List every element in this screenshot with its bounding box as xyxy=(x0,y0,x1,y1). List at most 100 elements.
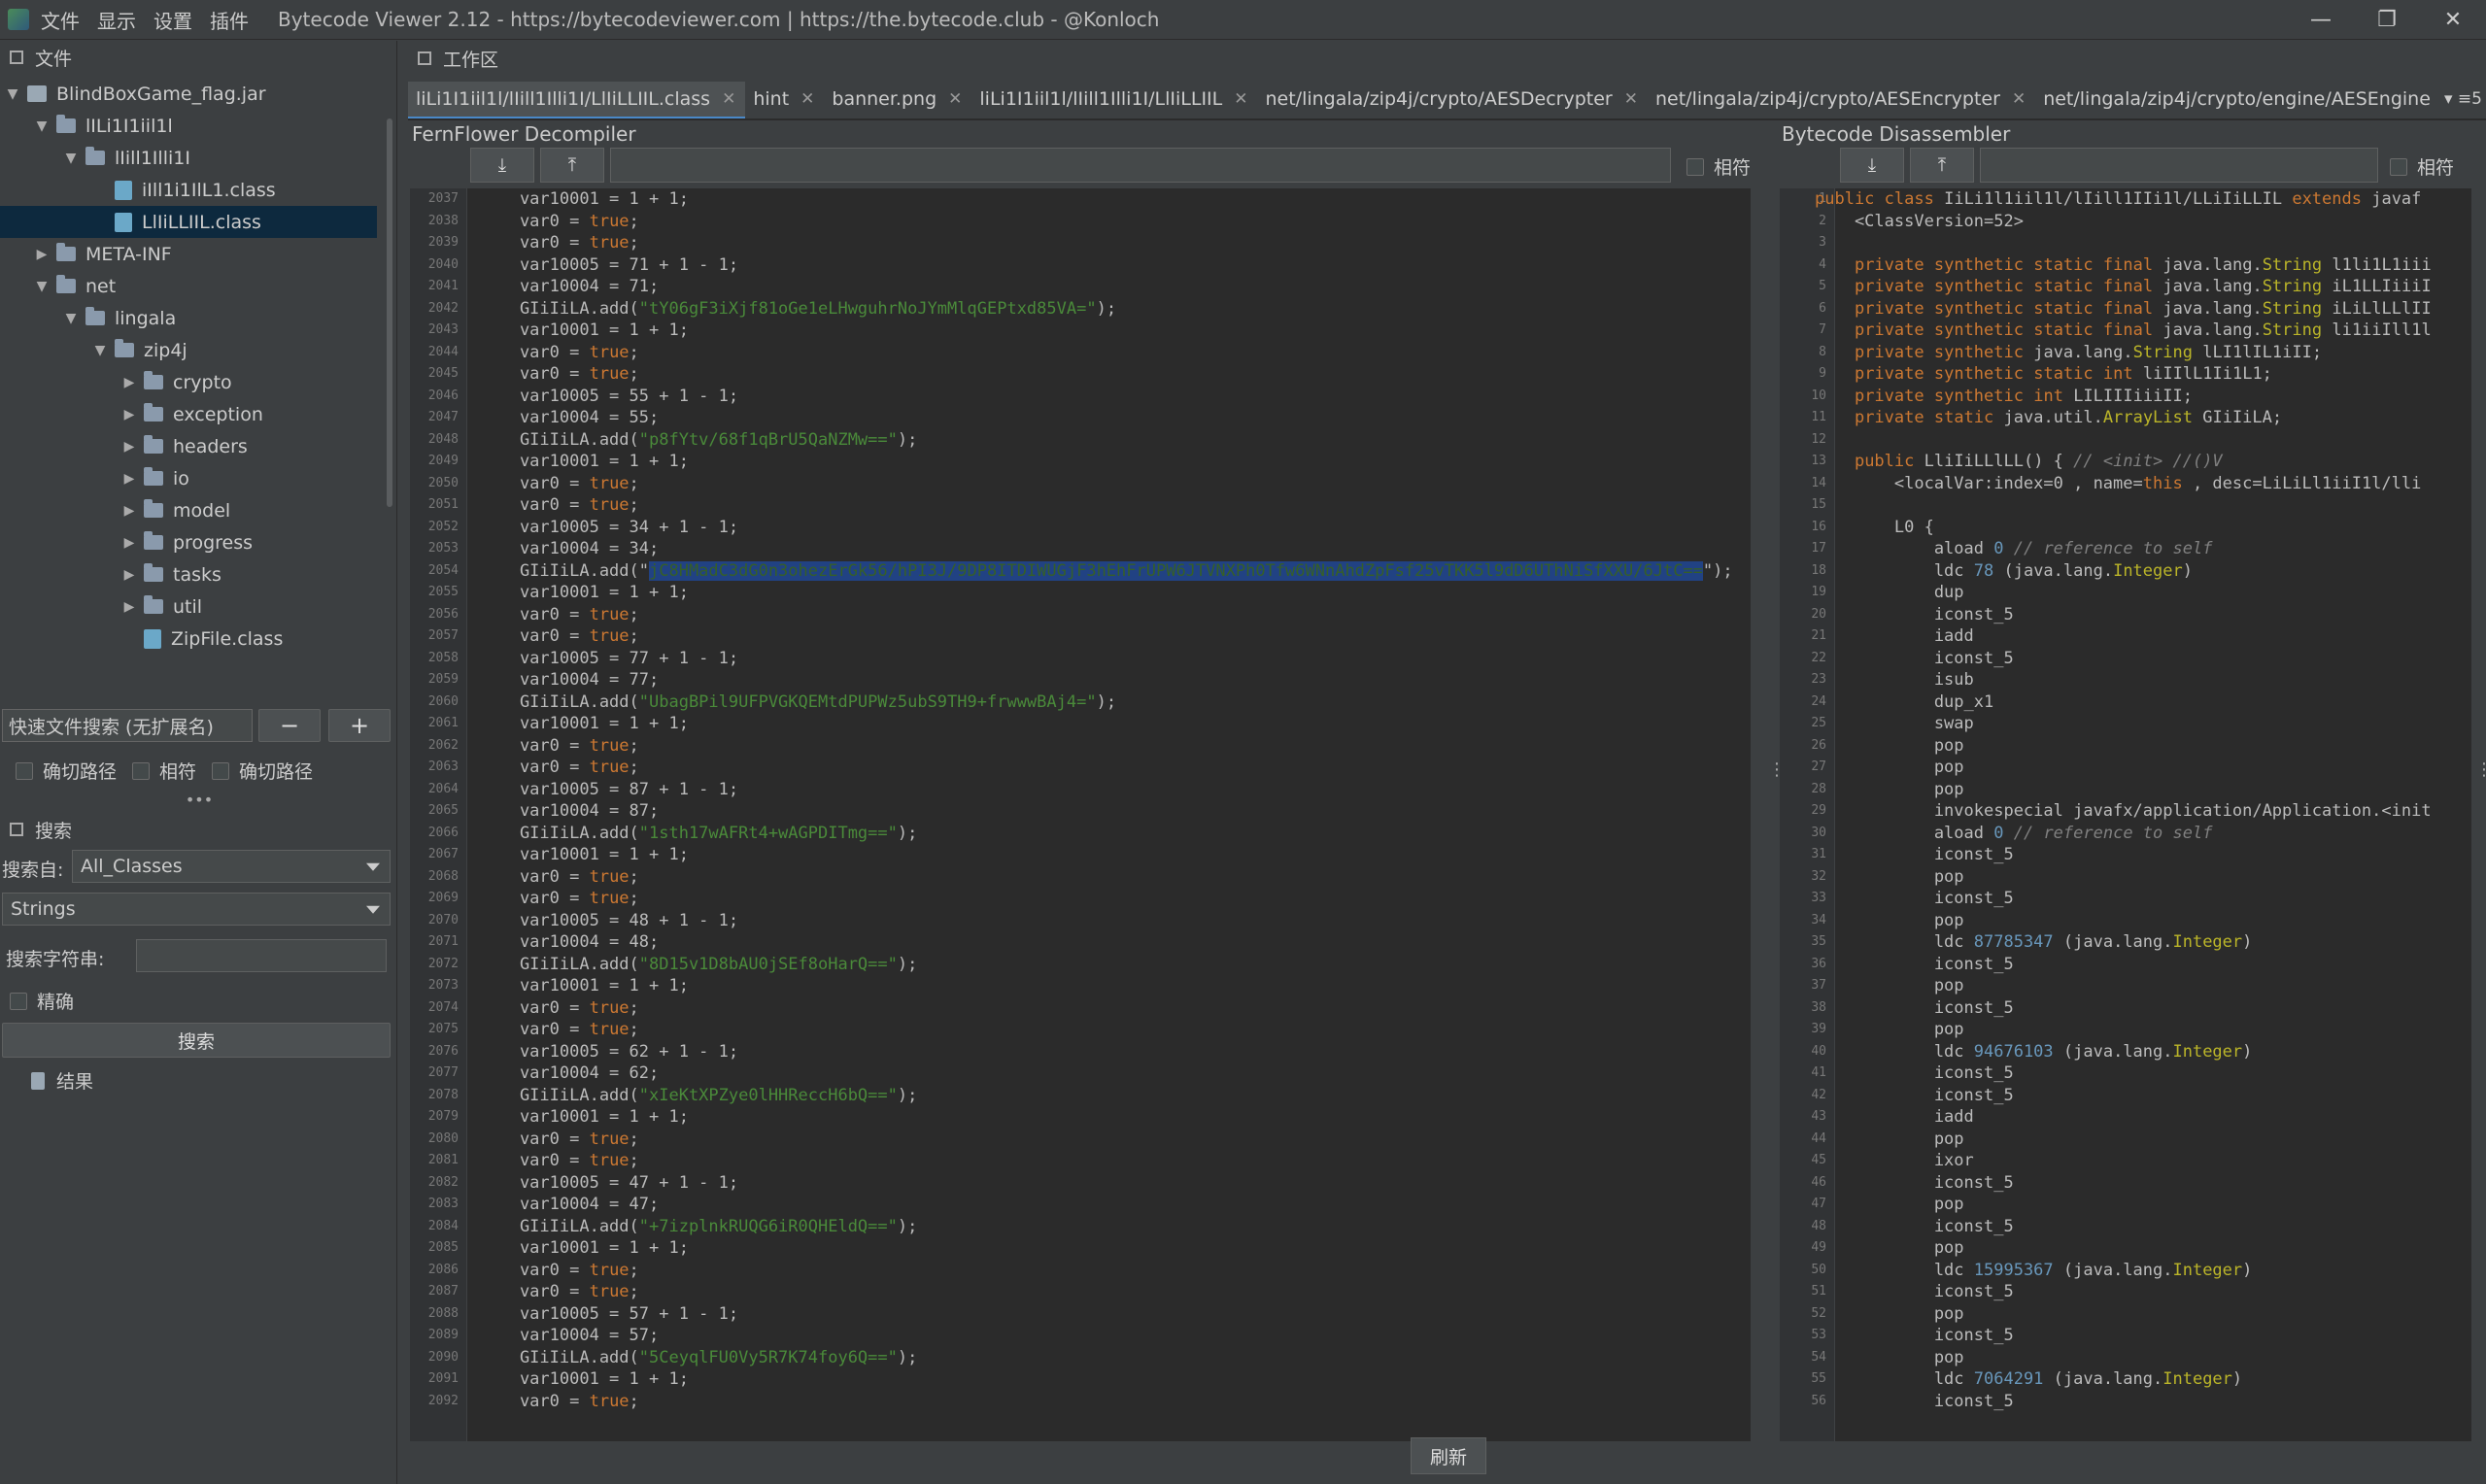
tab-label: liLi1I1iil1l/lIill1Illi1I/LlIiLLIIL xyxy=(979,88,1223,110)
decompiler-code-editor[interactable]: 2037 var10001 = 1 + 1; 2038 var0 = true; 2… xyxy=(410,188,1751,1441)
search-button[interactable]: 搜索 xyxy=(2,1023,391,1058)
editor-tab[interactable]: net/lingala/zip4j/crypto/AESEncrypter ✕ xyxy=(1648,82,2035,117)
checkbox-box[interactable] xyxy=(212,761,229,780)
window-icon xyxy=(10,823,23,836)
tree-node[interactable]: ▶ headers xyxy=(0,430,377,462)
tab-label: hint xyxy=(753,88,790,110)
exact-checkbox[interactable]: 精确 xyxy=(10,988,74,1014)
chevron-down-icon[interactable]: ▼ xyxy=(91,343,109,358)
editor-tab[interactable]: liLi1I1iil1l/lIill1Illi1I/LlIiLLIIL.clas… xyxy=(408,82,746,118)
checkbox-box[interactable] xyxy=(16,761,33,780)
disassembler-match-checkbox[interactable]: 相符 xyxy=(2390,153,2454,180)
tree-node[interactable]: ▼ net xyxy=(0,270,377,302)
chevron-right-icon[interactable]: ▶ xyxy=(120,535,138,551)
chevron-right-icon[interactable]: ▶ xyxy=(120,375,138,390)
upload-button[interactable]: ⤒ xyxy=(540,148,604,183)
tree-node[interactable]: ▼ zip4j xyxy=(0,334,377,366)
quick-file-search-input[interactable]: 快速文件搜索 (无扩展名) xyxy=(2,709,253,742)
checkbox-box[interactable] xyxy=(2390,157,2407,176)
tree-node[interactable]: ▼ lingala xyxy=(0,302,377,334)
tree-node[interactable]: ▶ exception xyxy=(0,398,377,430)
collapse-button[interactable]: − xyxy=(258,709,321,742)
download-button[interactable]: ⤓ xyxy=(1840,148,1904,183)
menu-plugins[interactable]: 插件 xyxy=(210,6,249,34)
search-type-select[interactable]: Strings xyxy=(2,893,391,926)
search-string-input[interactable] xyxy=(136,939,387,972)
folder-icon xyxy=(115,339,134,357)
chevron-right-icon[interactable]: ▶ xyxy=(120,471,138,487)
editor-tab[interactable]: liLi1I1iil1l/lIill1Illi1I/LlIiLLIIL ✕ xyxy=(971,82,1257,117)
line-number: 2080 xyxy=(427,1130,459,1146)
checkbox-box[interactable] xyxy=(132,761,150,780)
tree-node[interactable]: ▶ io xyxy=(0,462,377,494)
minimize-button[interactable]: — xyxy=(2288,0,2354,39)
refresh-button[interactable]: 刷新 xyxy=(1411,1437,1486,1474)
chevron-right-icon[interactable]: ▶ xyxy=(120,599,138,615)
chevron-right-icon[interactable]: ▶ xyxy=(120,567,138,583)
line-number: 2056 xyxy=(427,606,459,622)
editor-tab[interactable]: net/lingala/zip4j/crypto/AESDecrypter ✕ xyxy=(1258,82,1648,117)
chevron-down-icon[interactable]: ▼ xyxy=(4,86,21,102)
close-tab-icon[interactable]: ✕ xyxy=(948,89,962,109)
tree-node[interactable]: ▶ progress xyxy=(0,526,377,558)
chevron-down-icon[interactable]: ▼ xyxy=(62,311,80,326)
close-tab-icon[interactable]: ✕ xyxy=(722,89,735,109)
tree-node[interactable]: ZipFile.class xyxy=(0,623,377,655)
tab-overflow-menu[interactable]: ▾ ≡5 xyxy=(2440,82,2486,117)
split-handle[interactable]: ⋮ xyxy=(2475,759,2486,780)
line-number: 2063 xyxy=(427,759,459,774)
close-tab-icon[interactable]: ✕ xyxy=(800,89,814,109)
close-tab-icon[interactable]: ✕ xyxy=(1624,89,1638,109)
menu-file[interactable]: 文件 xyxy=(41,6,80,34)
line-number: 2038 xyxy=(427,213,459,228)
tree-node[interactable]: ▼ lIill1Illi1I xyxy=(0,142,377,174)
tree-node[interactable]: iIll1i1IlL1.class xyxy=(0,174,377,206)
checkbox-box[interactable] xyxy=(1686,157,1704,176)
expand-button[interactable]: + xyxy=(328,709,391,742)
search-from-select[interactable]: All_Classes xyxy=(72,850,391,883)
chevron-down-icon[interactable]: ▼ xyxy=(33,279,51,294)
close-tab-icon[interactable]: ✕ xyxy=(2012,89,2026,109)
checkbox-box[interactable] xyxy=(10,992,27,1010)
match-case-checkbox[interactable]: 相符 xyxy=(132,758,196,784)
download-button[interactable]: ⤓ xyxy=(470,148,534,183)
tree-node[interactable]: ▶ META-INF xyxy=(0,238,377,270)
tree-node[interactable]: ▶ model xyxy=(0,494,377,526)
close-tab-icon[interactable]: ✕ xyxy=(1234,89,1247,109)
editor-tab[interactable]: banner.png ✕ xyxy=(824,82,971,117)
tree-node[interactable]: LlIiLLIIL.class xyxy=(0,206,377,238)
decompiler-search-field[interactable] xyxy=(610,148,1671,183)
folder-icon xyxy=(144,499,163,518)
line-number: 2057 xyxy=(427,628,459,643)
disassembler-code-editor[interactable]: 1 public class IiLi1l1iil1l/lIill1IIi1l/L… xyxy=(1780,188,2471,1441)
splitter-handle[interactable]: ••• xyxy=(185,791,214,809)
close-button[interactable]: ✕ xyxy=(2420,0,2486,39)
chevron-right-icon[interactable]: ▶ xyxy=(33,247,51,262)
results-node[interactable]: 结果 xyxy=(31,1067,93,1094)
menu-settings[interactable]: 设置 xyxy=(153,6,192,34)
tree-node[interactable]: ▶ tasks xyxy=(0,558,377,590)
tree-scrollbar[interactable] xyxy=(387,118,392,507)
exact-path-checkbox-2[interactable]: 确切路径 xyxy=(212,758,313,784)
tree-node[interactable]: ▶ util xyxy=(0,590,377,623)
file-tree[interactable]: ▼ BlindBoxGame_flag.jar ▼ lILi1I1iil1l ▼ lIil… xyxy=(0,78,387,682)
line-number: 2041 xyxy=(427,279,459,293)
upload-button[interactable]: ⤒ xyxy=(1910,148,1974,183)
editor-tab[interactable]: net/lingala/zip4j/crypto/engine/AESEngin… xyxy=(2035,82,2466,117)
line-number: 2073 xyxy=(427,978,459,993)
maximize-button[interactable]: ❐ xyxy=(2354,0,2420,39)
editor-tab[interactable]: hint ✕ xyxy=(745,82,824,117)
chevron-down-icon[interactable]: ▼ xyxy=(62,151,80,166)
chevron-right-icon[interactable]: ▶ xyxy=(120,407,138,422)
tree-node[interactable]: ▼ lILi1I1iil1l xyxy=(0,110,377,142)
tree-node[interactable]: ▶ crypto xyxy=(0,366,377,398)
exact-path-checkbox[interactable]: 确切路径 xyxy=(16,758,117,784)
decompiler-match-checkbox[interactable]: 相符 xyxy=(1686,153,1751,180)
chevron-down-icon[interactable]: ▼ xyxy=(33,118,51,134)
code-line: var0 = true; xyxy=(480,1260,639,1280)
chevron-right-icon[interactable]: ▶ xyxy=(120,503,138,519)
disassembler-search-field[interactable] xyxy=(1980,148,2378,183)
menu-view[interactable]: 显示 xyxy=(97,6,136,34)
tree-node[interactable]: ▼ BlindBoxGame_flag.jar xyxy=(0,78,377,110)
chevron-right-icon[interactable]: ▶ xyxy=(120,439,138,455)
